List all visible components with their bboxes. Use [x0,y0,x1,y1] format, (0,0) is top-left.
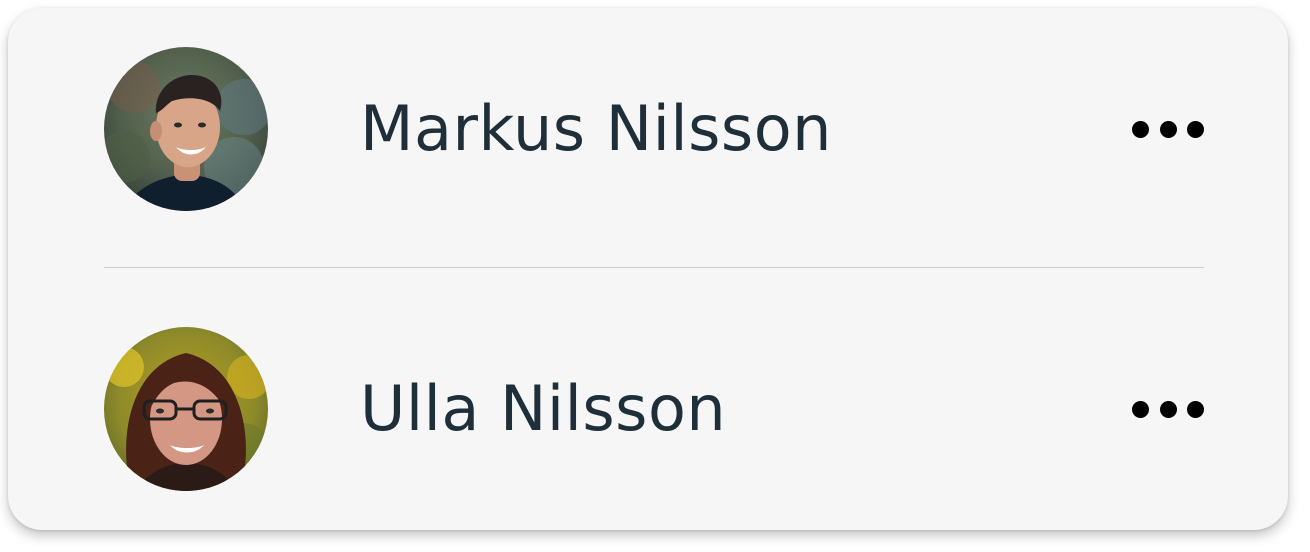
more-horizontal-icon [1132,400,1149,418]
list-item[interactable]: Ulla Nilsson [104,326,1204,492]
avatar-image [104,327,268,491]
more-options-button[interactable] [1132,389,1204,429]
more-horizontal-icon [1159,120,1177,138]
more-horizontal-icon [1187,120,1204,138]
contact-name: Markus Nilsson [360,92,832,165]
more-options-button[interactable] [1132,109,1204,149]
list-item[interactable]: Markus Nilsson [104,46,1204,212]
avatar-image [104,47,268,211]
contact-name: Ulla Nilsson [360,372,727,445]
avatar[interactable] [104,327,268,491]
contact-list-card: Markus Nilsson Ulla Nilsson [8,8,1288,530]
more-horizontal-icon [1159,400,1177,418]
divider [104,267,1204,268]
more-horizontal-icon [1187,400,1204,418]
avatar[interactable] [104,47,268,211]
more-horizontal-icon [1132,120,1149,138]
